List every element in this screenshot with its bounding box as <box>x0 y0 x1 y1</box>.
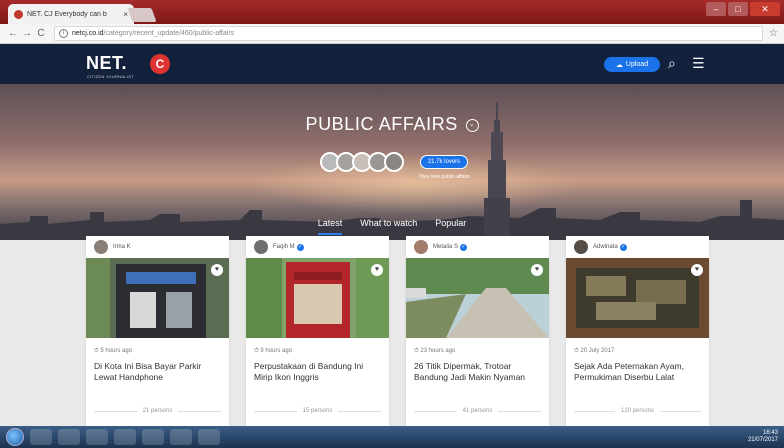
upload-label: Upload <box>625 61 649 68</box>
taskbar-app-icon[interactable] <box>30 429 52 445</box>
lovers-avatars <box>320 152 404 174</box>
article-card[interactable]: Adwinata ✓ ♥ ⏱ 20 July 2017 Sejak Ada Pet… <box>566 236 709 426</box>
taskbar-app-icon[interactable] <box>170 429 192 445</box>
taskbar-app-icon[interactable] <box>198 429 220 445</box>
city-skyline-image <box>0 200 784 240</box>
heart-icon[interactable]: ♥ <box>691 264 703 276</box>
bookmark-star-icon[interactable]: ☆ <box>769 28 778 39</box>
tab-latest[interactable]: Latest <box>317 218 342 235</box>
lovers-badge[interactable]: 21.7k lovers <box>420 155 468 169</box>
article-headline[interactable]: Perpustakaan di Bandung Ini Mirip Ikon I… <box>254 361 381 385</box>
browser-tab[interactable]: NET. CJ Everybody can b × <box>8 4 134 24</box>
cloud-upload-icon: ☁ <box>615 61 623 69</box>
persons-label: 120 persons <box>620 408 655 414</box>
post-time: ⏱ 20 July 2017 <box>574 348 615 354</box>
category-hero: PUBLIC AFFAIRS ⌄ 21.7k lovers They love … <box>0 84 784 240</box>
search-icon[interactable]: ⌕ <box>668 55 676 72</box>
taskbar-app-icon[interactable] <box>114 429 136 445</box>
clock-date: 21/07/2017 <box>747 437 778 443</box>
start-button[interactable] <box>6 428 24 446</box>
taskbar-app-icon[interactable] <box>142 429 164 445</box>
heart-icon[interactable]: ♥ <box>211 264 223 276</box>
upload-button[interactable]: ☁ Upload <box>604 57 660 72</box>
maximize-icon[interactable]: □ <box>728 2 748 16</box>
article-image[interactable]: ♥ <box>246 258 389 338</box>
minimize-icon[interactable]: – <box>706 2 726 16</box>
persons-label: 15 persons <box>302 408 333 414</box>
article-image[interactable]: ♥ <box>86 258 229 338</box>
article-card[interactable]: Metalia S ✓ ♥ ⏱ 23 hours ago 26 Titik Dip… <box>406 236 549 426</box>
avatar <box>254 240 268 254</box>
taskbar-app-icon[interactable] <box>58 429 80 445</box>
forward-icon[interactable]: → <box>20 28 34 39</box>
article-card[interactable]: Faqih M ✓ ♥ ⏱ 9 hours ago Perpustakaan di… <box>246 236 389 426</box>
card-author[interactable]: Adwinata ✓ <box>566 236 709 258</box>
author-name: Faqih M <box>273 244 295 250</box>
post-time: ⏱ 5 hours ago <box>94 348 133 354</box>
close-window-icon[interactable]: ✕ <box>750 2 780 16</box>
persons-label: 21 persons <box>142 408 173 414</box>
persons-count: 41 persons <box>414 408 541 414</box>
persons-count: 21 persons <box>94 408 221 414</box>
logo-badge-icon: C <box>150 54 170 74</box>
heart-icon[interactable]: ♥ <box>531 264 543 276</box>
site-favicon-icon <box>14 9 23 19</box>
article-headline[interactable]: Di Kota Ini Bisa Bayar Parkir Lewat Hand… <box>94 361 221 385</box>
browser-navbar: ← → C i netcj.co.id /category/recent_upd… <box>0 24 784 44</box>
persons-count: 120 persons <box>574 408 701 414</box>
heart-icon[interactable]: ♥ <box>371 264 383 276</box>
back-icon[interactable]: ← <box>6 28 20 39</box>
reload-icon[interactable]: C <box>34 28 48 39</box>
window-controls: – □ ✕ <box>706 2 780 16</box>
card-author[interactable]: Faqih M ✓ <box>246 236 389 258</box>
avatar <box>384 152 404 172</box>
author-name: Adwinata <box>593 244 618 250</box>
url-path: /category/recent_update/460/public-affai… <box>103 30 235 37</box>
category-title: PUBLIC AFFAIRS ⌄ <box>0 114 784 135</box>
browser-tab-strip: NET. CJ Everybody can b × – □ ✕ <box>0 0 784 24</box>
new-tab-button[interactable] <box>127 8 157 22</box>
avatar <box>574 240 588 254</box>
lovers-subtitle: They love public-affairs <box>418 174 470 180</box>
url-domain: netcj.co.id <box>72 30 104 37</box>
chevron-down-icon[interactable]: ⌄ <box>465 118 479 132</box>
verified-icon: ✓ <box>619 243 627 251</box>
site-header: NET. C CITIZEN JOURNALIST ☁ Upload ⌕ ☰ <box>0 44 784 84</box>
tab-what-to-watch[interactable]: What to watch <box>360 218 417 232</box>
card-author[interactable]: Metalia S ✓ <box>406 236 549 258</box>
clock-time: 16:43 <box>762 430 778 436</box>
author-name: Metalia S <box>433 244 459 250</box>
article-headline[interactable]: Sejak Ada Peternakan Ayam, Permukiman Di… <box>574 361 701 385</box>
category-title-text: PUBLIC AFFAIRS <box>305 114 458 134</box>
avatar <box>414 240 428 254</box>
author-name: Irma K <box>113 244 131 250</box>
os-taskbar: 16:43 21/07/2017 <box>0 426 784 448</box>
menu-icon[interactable]: ☰ <box>692 55 705 72</box>
system-clock[interactable]: 16:43 21/07/2017 <box>748 430 778 444</box>
article-headline[interactable]: 26 Titik Dipermak, Trotoar Bandung Jadi … <box>414 361 541 385</box>
article-image[interactable]: ♥ <box>566 258 709 338</box>
address-bar[interactable]: i netcj.co.id /category/recent_update/46… <box>54 26 764 41</box>
verified-icon: ✓ <box>460 243 468 251</box>
card-author[interactable]: Irma K <box>86 236 229 258</box>
persons-count: 15 persons <box>254 408 381 414</box>
verified-icon: ✓ <box>296 243 304 251</box>
post-time: ⏱ 9 hours ago <box>254 348 293 354</box>
category-tabs: Latest What to watch Popular <box>0 218 784 235</box>
close-tab-icon[interactable]: × <box>123 10 128 19</box>
article-card[interactable]: Irma K ♥ ⏱ 5 hours ago Di Kota Ini Bisa … <box>86 236 229 426</box>
post-time: ⏱ 23 hours ago <box>414 348 456 354</box>
tab-popular[interactable]: Popular <box>435 218 466 232</box>
taskbar-app-icon[interactable] <box>86 429 108 445</box>
browser-tab-title: NET. CJ Everybody can b <box>27 10 107 18</box>
avatar <box>94 240 108 254</box>
info-icon[interactable]: i <box>59 29 68 38</box>
site-logo[interactable]: NET. <box>86 53 127 74</box>
logo-subtitle: CITIZEN JOURNALIST <box>87 74 134 79</box>
article-image[interactable]: ♥ <box>406 258 549 338</box>
persons-label: 41 persons <box>462 408 493 414</box>
